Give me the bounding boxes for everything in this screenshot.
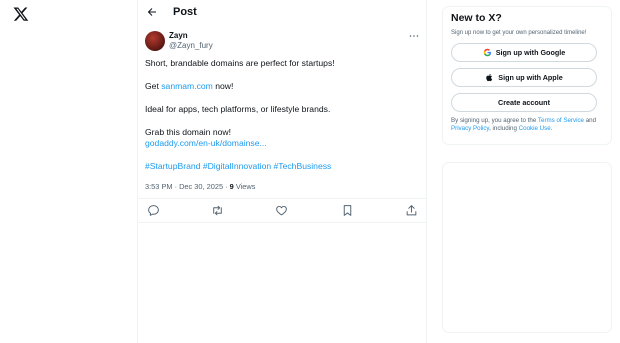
post-header: Post xyxy=(146,6,197,18)
signup-card: New to X? Sign up now to get your own pe… xyxy=(442,6,612,145)
repost-icon[interactable] xyxy=(211,204,224,217)
apple-signup-label: Sign up with Apple xyxy=(498,73,563,82)
create-account-button[interactable]: Create account xyxy=(451,93,597,112)
share-icon[interactable] xyxy=(405,204,418,217)
hashtag-link[interactable]: #TechBusiness xyxy=(274,161,332,171)
godaddy-link[interactable]: godaddy.com/en-uk/domainse... xyxy=(145,138,267,148)
author-handle[interactable]: @Zayn_fury xyxy=(169,41,213,51)
hashtag-link[interactable]: #StartupBrand xyxy=(145,161,200,171)
signup-legal-text: By signing up, you agree to the Terms of… xyxy=(451,117,597,132)
page-title: Post xyxy=(173,6,197,18)
post-author[interactable]: Zayn @Zayn_fury xyxy=(145,31,213,51)
back-arrow-icon[interactable] xyxy=(146,6,158,18)
hashtag-link[interactable]: #DigitalInnovation xyxy=(203,161,271,171)
post-line: Ideal for apps, tech platforms, or lifes… xyxy=(145,104,331,114)
post-body: Short, brandable domains are perfect for… xyxy=(145,58,415,172)
divider xyxy=(138,198,426,199)
google-signup-label: Sign up with Google xyxy=(495,48,566,57)
post-line: Short, brandable domains are perfect for… xyxy=(145,58,335,68)
privacy-link[interactable]: Privacy Policy xyxy=(451,125,489,132)
google-icon xyxy=(483,48,491,57)
left-column-divider xyxy=(137,0,138,343)
post-meta: 3:53 PM · Dec 30, 2025 · 9 Views xyxy=(145,182,256,191)
avatar[interactable] xyxy=(145,31,165,51)
x-logo-icon[interactable] xyxy=(13,6,29,22)
domain-link[interactable]: sanmam.com xyxy=(161,81,213,91)
signup-title: New to X? xyxy=(451,12,502,24)
signup-subtitle: Sign up now to get your own personalized… xyxy=(451,30,587,36)
hashtags: #StartupBrand #DigitalInnovation #TechBu… xyxy=(145,161,415,172)
terms-link[interactable]: Terms of Service xyxy=(538,117,584,124)
right-column-divider xyxy=(426,0,427,343)
post-line: Grab this domain now! xyxy=(145,127,231,137)
more-options-icon[interactable] xyxy=(409,33,419,39)
trends-card-placeholder xyxy=(442,162,612,333)
post-line: Get sanmam.com now! xyxy=(145,81,234,91)
post-actions xyxy=(145,204,419,218)
apple-signup-button[interactable]: Sign up with Apple xyxy=(451,68,597,87)
author-display-name[interactable]: Zayn xyxy=(169,31,213,41)
divider xyxy=(138,222,426,223)
google-signup-button[interactable]: Sign up with Google xyxy=(451,43,597,62)
views-label: Views xyxy=(233,182,256,191)
cookie-link[interactable]: Cookie Use xyxy=(519,125,551,132)
create-account-label: Create account xyxy=(498,98,550,107)
bookmark-icon[interactable] xyxy=(341,204,354,217)
post-timestamp[interactable]: 3:53 PM · Dec 30, 2025 xyxy=(145,182,223,191)
apple-icon xyxy=(486,73,493,82)
reply-icon[interactable] xyxy=(147,204,160,217)
like-icon[interactable] xyxy=(275,204,288,217)
